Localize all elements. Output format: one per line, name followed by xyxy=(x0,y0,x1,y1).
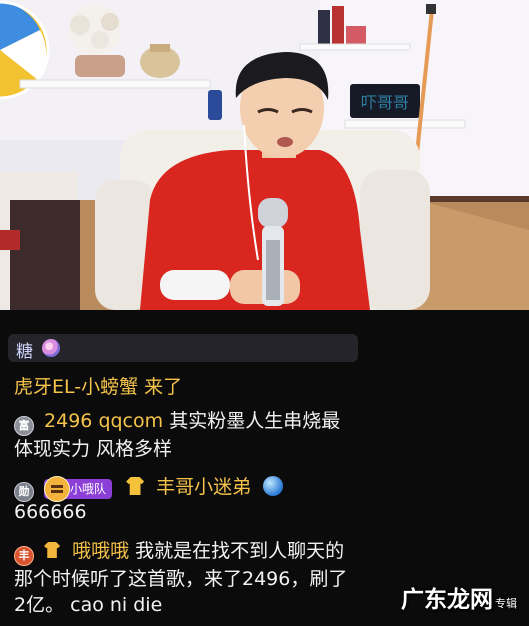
chat-username[interactable]: 虎牙EL-小螃蟹 xyxy=(14,376,138,398)
chat-text: 我就是在找不到人聊天的那个时候听了这首歌，来了2496，刷了2亿。 cao ni… xyxy=(14,540,348,616)
join-text: 来了 xyxy=(144,376,183,398)
chat-panel: 糖 虎牙EL-小螃蟹 来了 富 2496 qqcom 其实粉墨人生串烧最体现实力… xyxy=(0,310,529,626)
watermark-small: 专辑 xyxy=(495,597,517,610)
chat-text: 666666 xyxy=(14,501,87,523)
svg-text:吓哥哥: 吓哥哥 xyxy=(361,93,409,112)
fan-team-badge[interactable]: 小哦队 xyxy=(44,476,113,502)
chat-username[interactable]: 丰哥小迷弟 xyxy=(156,476,251,498)
fan-team-label: 小哦队 xyxy=(70,482,107,496)
wealth-level-badge: 富 xyxy=(14,416,34,436)
shirt-icon xyxy=(44,542,61,558)
fan-level-badge: 丰 xyxy=(14,546,34,566)
chat-message: 丰 哦哦哦 我就是在找不到人聊天的那个时候听了这首歌，来了2496，刷了2亿。 … xyxy=(14,538,359,618)
watermark-text: 广东龙网 xyxy=(401,587,493,613)
fan-tag-bar[interactable]: 糖 xyxy=(8,334,358,362)
medal-level-badge: 勋 xyxy=(14,482,34,502)
diamond-icon xyxy=(263,476,284,496)
shirt-icon xyxy=(126,477,145,495)
fan-tag-label: 糖 xyxy=(16,342,33,362)
chat-message: 富 2496 qqcom 其实粉墨人生串烧最体现实力 风格多样 xyxy=(14,408,359,462)
tiger-icon xyxy=(44,476,71,502)
lollipop-icon xyxy=(42,339,60,357)
chat-username[interactable]: 哦哦哦 xyxy=(72,540,129,562)
chat-join-message: 虎牙EL-小螃蟹 来了 xyxy=(14,374,182,401)
chat-message-header: 勋 小哦队 丰哥小迷弟 xyxy=(14,473,284,503)
live-video-frame[interactable]: 吓哥哥 xyxy=(0,0,529,310)
stream-scene: 吓哥哥 xyxy=(0,0,529,310)
site-watermark: 广东龙网 专辑 xyxy=(401,580,517,614)
chat-username[interactable]: 2496 qqcom xyxy=(44,410,163,432)
